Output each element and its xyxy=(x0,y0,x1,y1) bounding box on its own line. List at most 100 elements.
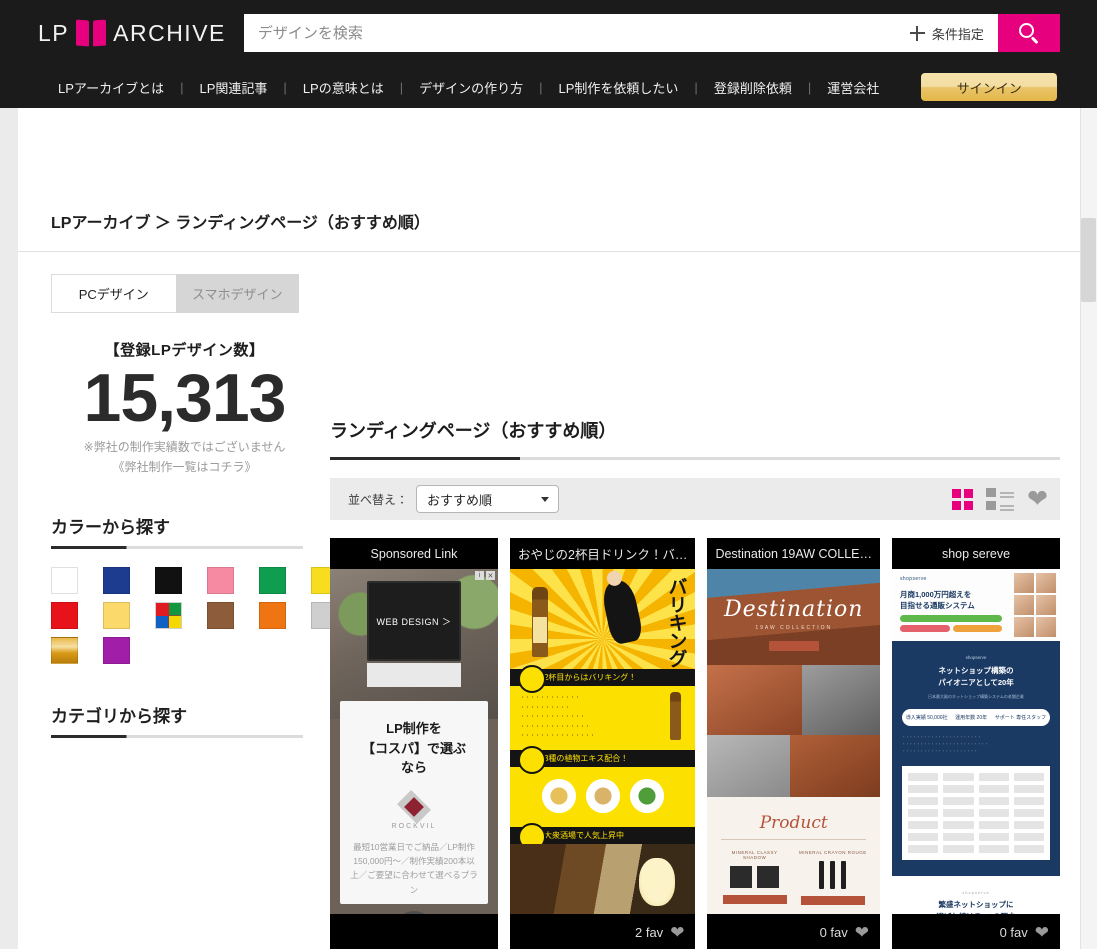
page-scrollbar[interactable] xyxy=(1080,108,1097,949)
tab-pc-design[interactable]: PCデザイン xyxy=(51,274,176,313)
lp-client-logos xyxy=(902,765,1050,860)
advanced-search-button[interactable]: 条件指定 xyxy=(899,14,998,52)
lp-store-button xyxy=(722,895,787,904)
card-footer: 2 fav ❤ xyxy=(510,914,695,949)
favorites-heart-icon[interactable]: ❤ xyxy=(1027,486,1048,512)
plus-icon xyxy=(909,25,925,41)
nav-item-delete[interactable]: 登録削除依頼 xyxy=(698,78,808,97)
lp-product-title: Product xyxy=(759,813,828,833)
breadcrumb: LPアーカイブ ＞ ランディングページ（おすすめ順） xyxy=(51,215,430,232)
chevron-right-icon[interactable]: › xyxy=(393,911,434,914)
lp-card-grid: Sponsored Link WEB DESIGN ＞ i ✕ LP制作を 【コス… xyxy=(330,538,1060,949)
lp-white-section: shopserve 繁盛ネットショップに 選ばれ続ける3つの理由 01 xyxy=(892,875,1060,914)
favorite-heart-icon[interactable]: ❤ xyxy=(670,924,684,941)
color-swatch-white[interactable] xyxy=(51,567,78,594)
lp-hero: shopserve 月商1,000万円超えを 目指せる通販システム xyxy=(892,569,1060,641)
lp-stats-pill: 導入実績 50,000社 運用年数 20年 サポート 専任スタッフ xyxy=(902,709,1050,726)
nav-item-company[interactable]: 運営会社 xyxy=(811,78,895,97)
registered-count-title: 【登録LPデザイン数】 xyxy=(104,342,265,359)
book-icon xyxy=(76,19,107,47)
site-logo[interactable]: LP ARCHIVE xyxy=(38,20,226,47)
ad-monitor-mock: WEB DESIGN ＞ xyxy=(366,581,462,661)
lp-hero: Destination 19AW COLLECTION xyxy=(707,569,880,665)
advanced-search-label: 条件指定 xyxy=(931,26,984,42)
section-rule xyxy=(51,735,303,738)
search-input[interactable] xyxy=(243,14,900,52)
lp-section-subtitle: 日本最大級のネットショップ構築システムの老舗企業 xyxy=(928,694,1024,699)
favorite-heart-icon[interactable]: ❤ xyxy=(855,924,869,941)
tab-mobile-design[interactable]: スマホデザイン xyxy=(175,274,299,313)
favorite-heart-icon[interactable]: ❤ xyxy=(1035,924,1049,941)
rockvil-logo-icon xyxy=(397,789,431,824)
card-title[interactable]: おやじの2杯目ドリンク！バ… xyxy=(510,538,695,569)
ad-panel: LP制作を 【コスパ】で選ぶ なら ROCKVIL 最短10営業日でご納品／LP… xyxy=(340,701,488,914)
card-footer xyxy=(330,914,498,949)
card-thumbnail[interactable]: WEB DESIGN ＞ i ✕ LP制作を 【コスパ】で選ぶ なら ROCKVI… xyxy=(330,569,498,914)
lp-card-sponsored[interactable]: Sponsored Link WEB DESIGN ＞ i ✕ LP制作を 【コス… xyxy=(330,538,498,949)
nav-item-about[interactable]: LPアーカイブとは xyxy=(42,78,180,97)
nav-item-request[interactable]: LP制作を依頼したい xyxy=(543,78,695,97)
color-swatch-multicolor[interactable] xyxy=(155,602,182,629)
left-gutter xyxy=(0,108,18,949)
nav-item-meaning[interactable]: LPの意味とは xyxy=(287,78,400,97)
color-swatch-gold[interactable] xyxy=(51,637,78,664)
card-thumbnail[interactable]: shopserve 月商1,000万円超えを 目指せる通販システム shopse… xyxy=(892,569,1060,914)
fav-count: 2 fav xyxy=(635,924,664,940)
card-title[interactable]: shop sereve xyxy=(892,538,1060,569)
lp-ingredient-icons xyxy=(510,767,695,827)
color-swatch-pink[interactable] xyxy=(207,567,234,594)
lp-section-eyebrow: shopserve xyxy=(962,889,990,895)
lp-paragraph: ・・・・・・・・・・・・・・・・・・・・・・ ・・・・・・・・・・・・・・・・・・… xyxy=(902,735,989,754)
lp-card-shopsereve[interactable]: shop sereve shopserve 月商1,000万円超えを 目指せる通… xyxy=(892,538,1060,949)
sort-toolbar: 並べ替え： おすすめ順 ❤ xyxy=(330,478,1060,520)
card-thumbnail[interactable]: バリキング 2杯目からはバリキング！ ・・・・・・・・・・・・ ・・・・・・・・・… xyxy=(509,569,696,914)
lp-band-3: 大衆酒場で人気上昇中 xyxy=(509,822,696,851)
lp-hero-subtitle: 19AW COLLECTION xyxy=(755,625,833,631)
color-swatch-green[interactable] xyxy=(259,567,286,594)
nav-item-howto[interactable]: デザインの作り方 xyxy=(403,78,539,97)
content-columns: 【登録LPデザイン数】 15,313 ※弊社の制作実績数ではございません 《弊社… xyxy=(18,339,1080,949)
lp-product-name: MINERAL CLASSY SHADOW xyxy=(731,850,778,860)
sidebar: 【登録LPデザイン数】 15,313 ※弊社の制作実績数ではございません 《弊社… xyxy=(18,339,338,949)
color-swatch-light-gold[interactable] xyxy=(103,602,130,629)
color-swatch-navy[interactable] xyxy=(103,567,130,594)
signin-button[interactable]: サインイン xyxy=(921,73,1058,101)
color-swatch-purple[interactable] xyxy=(103,637,130,664)
sort-select[interactable]: おすすめ順 xyxy=(416,485,560,513)
view-toggle-group: ❤ xyxy=(952,486,1048,512)
own-works-link[interactable]: 《弊社制作一覧はコチラ》 xyxy=(51,458,318,475)
ad-logo-text: ROCKVIL xyxy=(391,822,437,830)
color-swatch-red[interactable] xyxy=(51,602,78,629)
nav-item-articles[interactable]: LP関連記事 xyxy=(184,78,284,97)
card-footer: 0 fav ❤ xyxy=(892,914,1060,949)
scrollbar-thumb[interactable] xyxy=(1081,218,1096,302)
lp-section-headline: ネットショップ構築の パイオニアとして20年 xyxy=(938,666,1014,687)
color-swatch-orange[interactable] xyxy=(259,602,286,629)
lp-section-1: ・・・・・・・・・・・・ ・・・・・・・・・・ ・・・・・・・・・・・・・ ・・・・・… xyxy=(510,686,695,750)
lp-product-name: MINERAL CRAYON ROUGE xyxy=(798,850,867,855)
logo-text-archive: ARCHIVE xyxy=(113,19,226,46)
card-title[interactable]: Destination 19AW COLLE… xyxy=(707,538,880,569)
color-swatch-brown[interactable] xyxy=(207,602,234,629)
color-swatch-black[interactable] xyxy=(155,567,182,594)
ad-headline: LP制作を 【コスパ】で選ぶ なら xyxy=(361,721,466,775)
color-swatch-grid xyxy=(51,567,338,664)
ad-body-text: 最短10営業日でご納品／LP制作150,000円～／制作実績200本以上／ご要望… xyxy=(350,841,478,895)
breadcrumb-divider xyxy=(18,251,1080,252)
ad-monitor-base xyxy=(366,663,462,687)
card-title[interactable]: Sponsored Link xyxy=(330,538,498,569)
card-thumbnail[interactable]: Destination 19AW COLLECTION Product MINE… xyxy=(707,569,880,914)
lp-cta-buttons xyxy=(900,615,1002,635)
device-tabs: PCデザイン スマホデザイン xyxy=(51,274,299,313)
category-filter-heading: カテゴリから探す xyxy=(51,707,187,726)
lp-stat-1: 導入実績 50,000社 xyxy=(905,715,948,721)
ad-choices-badge[interactable]: i ✕ xyxy=(474,571,495,580)
lp-card-barriking[interactable]: おやじの2杯目ドリンク！バ… バリキング 2杯目からはバリキング！ ・・・・・・… xyxy=(509,538,696,949)
lp-band-1: 2杯目からはバリキング！ xyxy=(509,665,696,693)
sort-label: 並べ替え： xyxy=(348,492,409,507)
list-view-icon[interactable] xyxy=(986,488,1015,510)
search-submit-button[interactable] xyxy=(997,14,1060,52)
lp-card-destination[interactable]: Destination 19AW COLLE… Destination 19AW… xyxy=(707,538,880,949)
lp-stat-2: 運用年数 20年 xyxy=(955,715,988,721)
grid-view-icon[interactable] xyxy=(952,488,974,510)
